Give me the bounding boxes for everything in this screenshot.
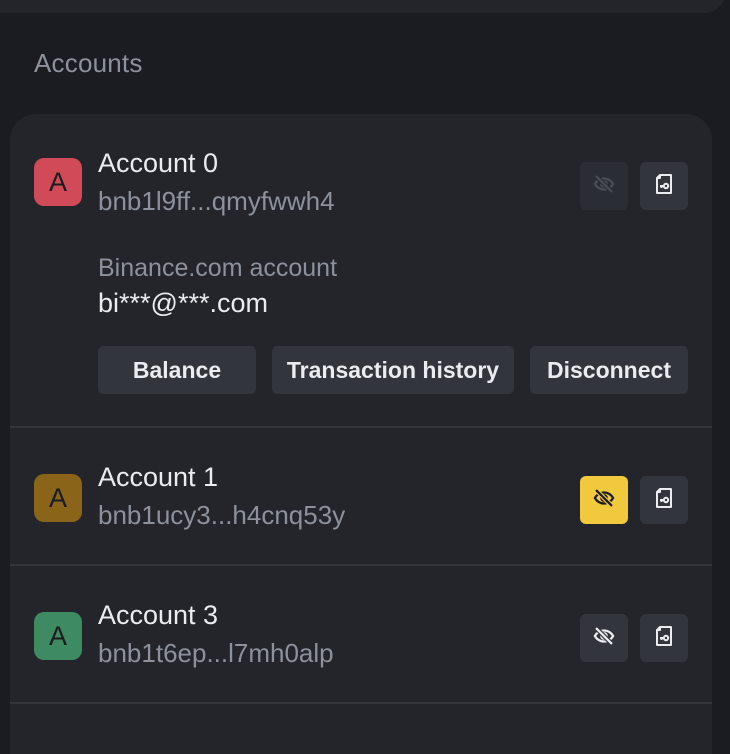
- eye-slash-icon: [593, 625, 615, 652]
- account-name: Account 1: [98, 462, 219, 492]
- transaction-history-button[interactable]: Transaction history: [272, 346, 514, 394]
- account-address: bnb1l9ff...qmyfwwh4: [98, 186, 335, 216]
- file-key-icon: [652, 486, 676, 515]
- avatar: A: [34, 612, 82, 660]
- file-key-icon: [652, 172, 676, 201]
- disconnect-button[interactable]: Disconnect: [530, 346, 688, 394]
- account-row-1[interactable]: A Account 1 bnb1ucy3...h4cnq53y: [10, 428, 712, 564]
- eye-slash-icon: [593, 173, 615, 200]
- linked-account-email: bi***@***.com: [98, 288, 268, 318]
- toggle-visibility-button[interactable]: [580, 614, 628, 662]
- account-row-0[interactable]: A Account 0 bnb1l9ff...qmyfwwh4 Binance.…: [10, 114, 712, 426]
- section-title: Accounts: [34, 48, 143, 78]
- account-row-3[interactable]: A Account 3 bnb1t6ep...l7mh0alp: [10, 566, 712, 702]
- account-name: Account 0: [98, 148, 219, 178]
- avatar: A: [34, 474, 82, 522]
- export-key-button[interactable]: [640, 614, 688, 662]
- file-key-icon: [652, 624, 676, 653]
- top-card: [0, 0, 726, 13]
- account-address: bnb1t6ep...l7mh0alp: [98, 638, 334, 668]
- avatar: A: [34, 158, 82, 206]
- export-key-button[interactable]: [640, 162, 688, 210]
- account-address: bnb1ucy3...h4cnq53y: [98, 500, 346, 530]
- balance-button[interactable]: Balance: [98, 346, 256, 394]
- row-divider: [10, 702, 712, 704]
- eye-slash-icon: [593, 487, 615, 514]
- account-name: Account 3: [98, 600, 219, 630]
- toggle-visibility-button[interactable]: [580, 476, 628, 524]
- export-key-button[interactable]: [640, 476, 688, 524]
- toggle-visibility-button[interactable]: [580, 162, 628, 210]
- linked-account-label: Binance.com account: [98, 254, 338, 282]
- accounts-card: A Account 0 bnb1l9ff...qmyfwwh4 Binance.…: [10, 114, 712, 754]
